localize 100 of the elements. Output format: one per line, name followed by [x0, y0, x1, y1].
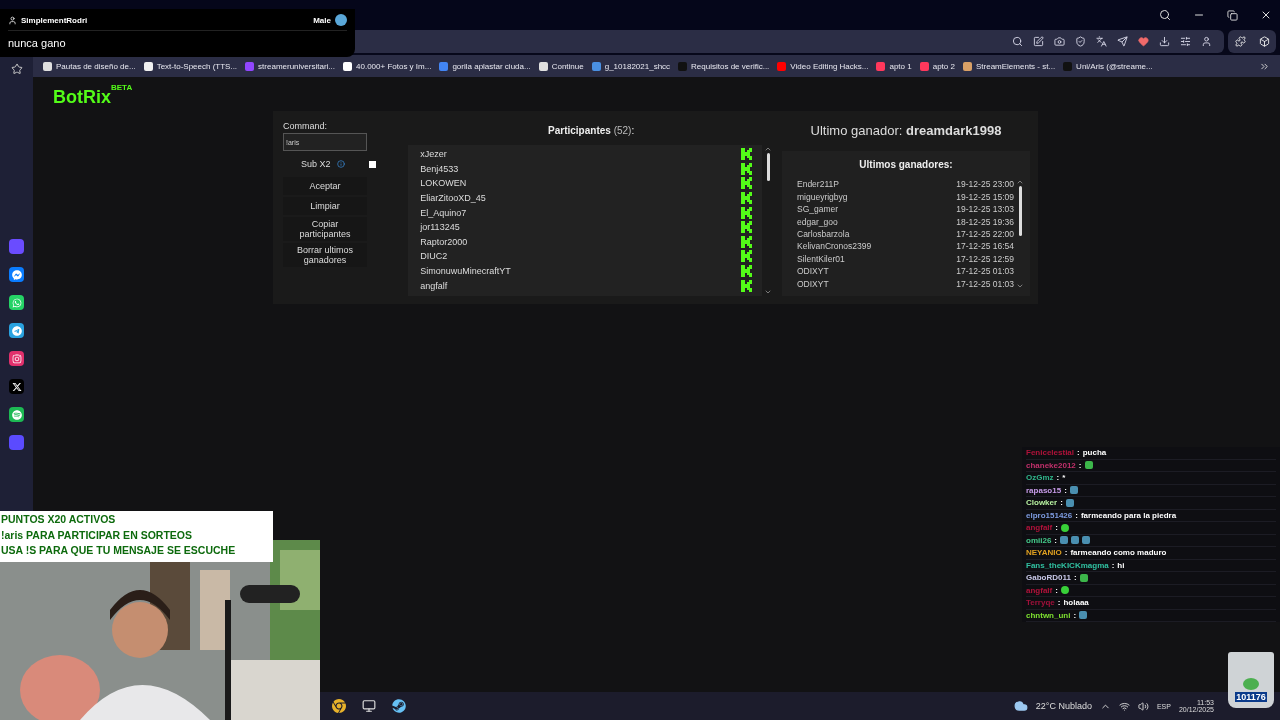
- chat-separator: :: [1057, 598, 1061, 608]
- edit-icon[interactable]: [1033, 36, 1044, 47]
- instagram-icon[interactable]: [9, 351, 24, 366]
- bookmark-link[interactable]: Text-to-Speech (TTS...: [143, 61, 238, 71]
- bookmark-link[interactable]: Requisitos de verific...: [678, 61, 770, 71]
- scroll-down-icon[interactable]: [1016, 282, 1024, 290]
- chrome-icon[interactable]: [332, 699, 346, 713]
- shield-icon[interactable]: [1075, 36, 1086, 47]
- bookmark-link[interactable]: apto 1: [876, 61, 912, 71]
- chat-separator: :: [1073, 610, 1077, 620]
- chat-username: omii26: [1026, 535, 1052, 545]
- k-icon: [741, 235, 752, 248]
- telegram-icon[interactable]: [9, 323, 24, 338]
- chat-username: angfalf: [1026, 585, 1053, 595]
- chat-separator: :: [1064, 485, 1067, 495]
- spotify-icon[interactable]: [9, 407, 24, 422]
- winner-date: 17-12-25 22:00: [956, 228, 1014, 239]
- heart-icon[interactable]: [1138, 36, 1149, 47]
- x-icon[interactable]: [9, 379, 24, 394]
- chat-message: holaaa: [1063, 598, 1089, 608]
- close-icon[interactable]: [1260, 9, 1272, 21]
- winner-name: migueyrigbyg: [797, 191, 848, 202]
- cloud-icon[interactable]: [1013, 699, 1028, 713]
- steam-icon[interactable]: [392, 699, 406, 713]
- weather-text[interactable]: 22°C Nublado: [1035, 701, 1092, 711]
- participant-name: Raptor2000: [420, 236, 468, 247]
- chat-separator: :: [1054, 535, 1057, 545]
- bookmark-link[interactable]: apto 2: [919, 61, 955, 71]
- action-button[interactable]: Borrar ultimos ganadores: [283, 243, 367, 267]
- scrollbar-thumb[interactable]: [1018, 186, 1022, 236]
- participant-name: El_Aquino7: [420, 207, 467, 218]
- k-icon: [741, 162, 752, 175]
- whatsapp-icon[interactable]: [9, 295, 24, 310]
- chat-username: angfalf: [1026, 523, 1053, 533]
- sliders-icon[interactable]: [1180, 36, 1191, 47]
- emote-icon: [1060, 586, 1069, 595]
- chat-username: OzGmz: [1026, 473, 1054, 483]
- send-icon[interactable]: [1117, 36, 1128, 47]
- chat-username: NEYANIO: [1026, 548, 1062, 558]
- app-icon[interactable]: [362, 699, 376, 713]
- info-icon[interactable]: [336, 160, 345, 168]
- k-icon: [741, 206, 752, 219]
- restore-icon[interactable]: [1227, 9, 1238, 21]
- chat-separator: :: [1075, 510, 1078, 520]
- scrollbar-thumb[interactable]: [766, 153, 770, 181]
- profile-icon[interactable]: [1201, 36, 1212, 47]
- network-icon[interactable]: [1118, 700, 1130, 712]
- bookmark-link[interactable]: gorila aplastar ciuda...: [439, 61, 531, 71]
- bookmark-link[interactable]: Pautas de diseño de...: [43, 61, 136, 71]
- action-button[interactable]: Aceptar: [283, 177, 367, 195]
- k-icon: [741, 148, 752, 161]
- scroll-down-icon[interactable]: [764, 288, 772, 296]
- participant-name: EliarZitooXD_45: [420, 193, 486, 204]
- cube-icon[interactable]: [1258, 36, 1270, 47]
- volume-icon[interactable]: [1137, 700, 1149, 712]
- participant-name: angfalf: [420, 280, 448, 291]
- bookmark-link[interactable]: Continue: [538, 61, 584, 71]
- k-icon: [741, 265, 752, 278]
- bookmark-link[interactable]: 40.000+ Fotos y Im...: [343, 61, 432, 71]
- messenger-icon[interactable]: [9, 267, 24, 282]
- camera-icon[interactable]: [1054, 36, 1065, 47]
- chat-separator: :: [1055, 585, 1058, 595]
- participant-name: xJezer: [420, 149, 447, 160]
- scroll-up-icon[interactable]: [1016, 178, 1024, 186]
- star-icon[interactable]: [10, 63, 23, 75]
- search-icon[interactable]: [1159, 9, 1171, 21]
- botrix-logo: BotRix: [53, 87, 111, 108]
- winner-name: Ender211P: [797, 179, 839, 190]
- puzzle-icon[interactable]: [1234, 36, 1246, 47]
- chat-separator: :: [1060, 498, 1063, 508]
- zoom-icon[interactable]: [1012, 36, 1023, 47]
- participant-name: jor113245: [420, 222, 460, 233]
- k-icon: [741, 250, 752, 263]
- bookmark-link[interactable]: g_10182021_shcc: [591, 61, 671, 71]
- chat-separator: :: [1056, 473, 1060, 483]
- bookmark-link[interactable]: StreamElements - st...: [962, 61, 1056, 71]
- chat-separator: :: [1077, 448, 1080, 458]
- chat-username: Fenicelestial: [1026, 448, 1075, 458]
- action-button[interactable]: Copiar participantes: [283, 217, 367, 241]
- bookmark-link[interactable]: Video Editing Hacks...: [777, 61, 869, 71]
- tts-message: nunca gano: [8, 37, 67, 49]
- sub-label: Sub X2: [301, 159, 331, 169]
- scroll-up-icon[interactable]: [764, 145, 772, 153]
- action-button[interactable]: Limpiar: [283, 197, 367, 215]
- winner-name: edgar_goo: [797, 216, 838, 227]
- winner-name: SG_gamer: [797, 204, 839, 215]
- bookmark-link[interactable]: streameruniversitari...: [245, 61, 335, 71]
- chat-message: farmeando como maduro: [1070, 548, 1167, 558]
- winner-date: 17-12-25 12:59: [956, 253, 1014, 264]
- last-winner: Ultimo ganador: dreamdark1998: [810, 123, 1002, 140]
- bookmark-link[interactable]: Uni/Aris (@streame...: [1063, 61, 1153, 71]
- download-icon[interactable]: [1159, 36, 1170, 47]
- banner-line: !aris PARA PARTICIPAR EN SORTEOS: [1, 527, 193, 543]
- command-label: Command:: [283, 121, 328, 131]
- translate-icon[interactable]: [1096, 36, 1107, 47]
- chat-username: elpro151426: [1026, 510, 1073, 520]
- emote-icon: [1079, 573, 1088, 582]
- sub-checkbox[interactable]: [368, 160, 376, 168]
- banner-line: USA !S PARA QUE TU MENSAJE SE ESCUCHE: [1, 543, 237, 558]
- chat-message: hi: [1117, 560, 1125, 570]
